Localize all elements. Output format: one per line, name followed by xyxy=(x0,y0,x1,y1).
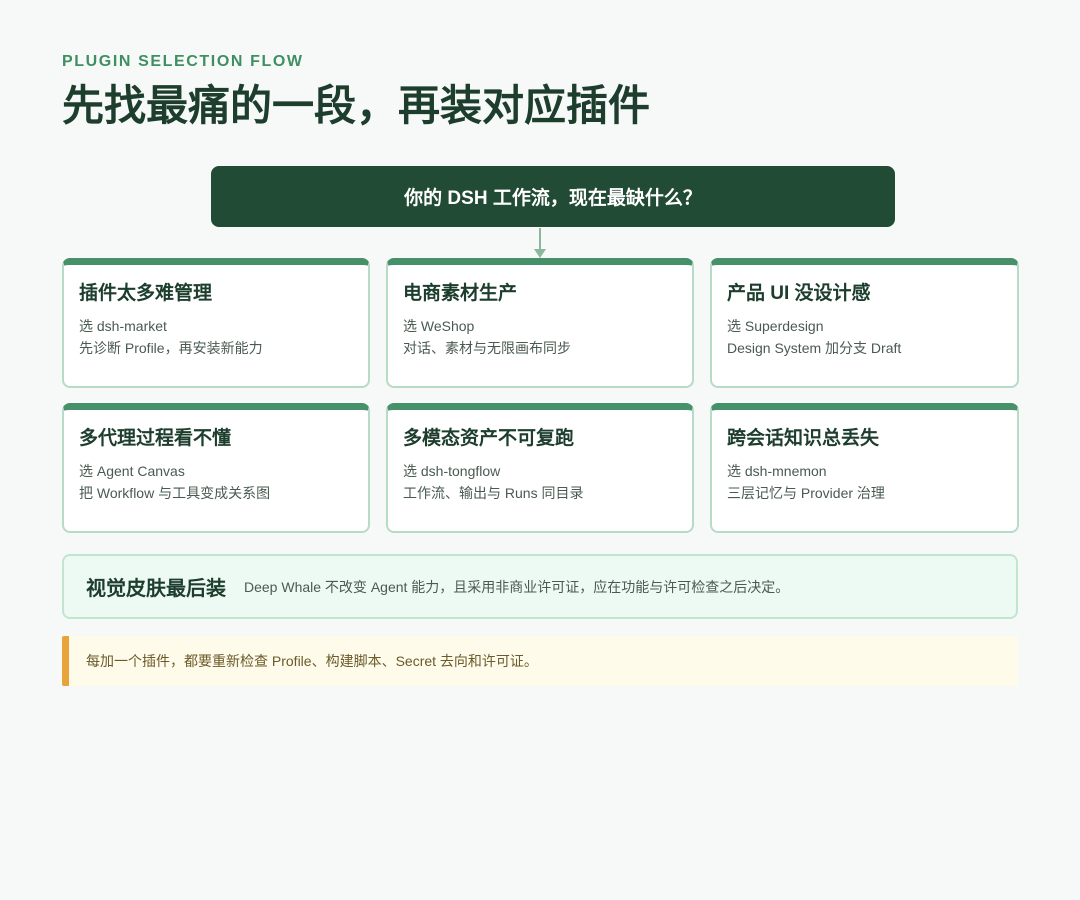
card-choice: 选 Agent Canvas xyxy=(79,463,185,479)
skin-callout-title: 视觉皮肤最后装 xyxy=(86,578,226,600)
card-choice: 选 WeShop xyxy=(403,318,475,334)
card-choice: 选 Superdesign xyxy=(727,318,824,334)
connector-line xyxy=(539,228,541,250)
card-title: 插件太多难管理 xyxy=(79,283,213,304)
card-description: 把 Workflow 与工具变成关系图 xyxy=(79,485,271,501)
skin-callout-text: Deep Whale 不改变 Agent 能力，且采用非商业许可证，应在功能与许… xyxy=(244,578,790,595)
skin-callout: 视觉皮肤最后装 Deep Whale 不改变 Agent 能力，且采用非商业许可… xyxy=(62,554,1018,619)
card-description: 对话、素材与无限画布同步 xyxy=(403,340,571,356)
plugin-selection-page: PLUGIN SELECTION FLOW 先找最痛的一段，再装对应插件 你的 … xyxy=(0,0,1080,900)
option-card: 多模态资产不可复跑 选 dsh-tongflow 工作流、输出与 Runs 同目… xyxy=(386,403,694,533)
option-card: 插件太多难管理 选 dsh-market 先诊断 Profile，再安装新能力 xyxy=(62,258,370,388)
card-description: 三层记忆与 Provider 治理 xyxy=(727,485,885,501)
card-choice: 选 dsh-tongflow xyxy=(403,463,501,479)
card-title: 多模态资产不可复跑 xyxy=(403,428,575,449)
root-question-box: 你的 DSH 工作流，现在最缺什么？ xyxy=(211,166,895,227)
card-description: Design System 加分支 Draft xyxy=(727,340,902,356)
page-title: 先找最痛的一段，再装对应插件 xyxy=(62,82,651,129)
warning-note-text: 每加一个插件，都要重新检查 Profile、构建脚本、Secret 去向和许可证… xyxy=(86,653,538,669)
question-row: 你的 DSH 工作流，现在最缺什么？ xyxy=(62,166,1018,228)
warning-note: 每加一个插件，都要重新检查 Profile、构建脚本、Secret 去向和许可证… xyxy=(62,636,1018,686)
option-grid: 插件太多难管理 选 dsh-market 先诊断 Profile，再安装新能力 … xyxy=(62,258,1019,533)
card-title: 产品 UI 没设计感 xyxy=(727,283,871,304)
card-description: 工作流、输出与 Runs 同目录 xyxy=(403,485,584,501)
card-title: 跨会话知识总丢失 xyxy=(727,428,880,449)
option-card: 跨会话知识总丢失 选 dsh-mnemon 三层记忆与 Provider 治理 xyxy=(710,403,1019,533)
card-description: 先诊断 Profile，再安装新能力 xyxy=(79,340,263,356)
option-card: 多代理过程看不懂 选 Agent Canvas 把 Workflow 与工具变成… xyxy=(62,403,370,533)
card-choice: 选 dsh-mnemon xyxy=(727,463,827,479)
card-choice: 选 dsh-market xyxy=(79,318,167,334)
option-card: 产品 UI 没设计感 选 Superdesign Design System 加… xyxy=(710,258,1019,388)
option-card: 电商素材生产 选 WeShop 对话、素材与无限画布同步 xyxy=(386,258,694,388)
flow-connector xyxy=(62,228,1018,258)
arrow-down-icon xyxy=(534,249,546,258)
card-title: 电商素材生产 xyxy=(403,283,518,304)
eyebrow-label: PLUGIN SELECTION FLOW xyxy=(62,53,304,70)
card-title: 多代理过程看不懂 xyxy=(79,428,232,449)
